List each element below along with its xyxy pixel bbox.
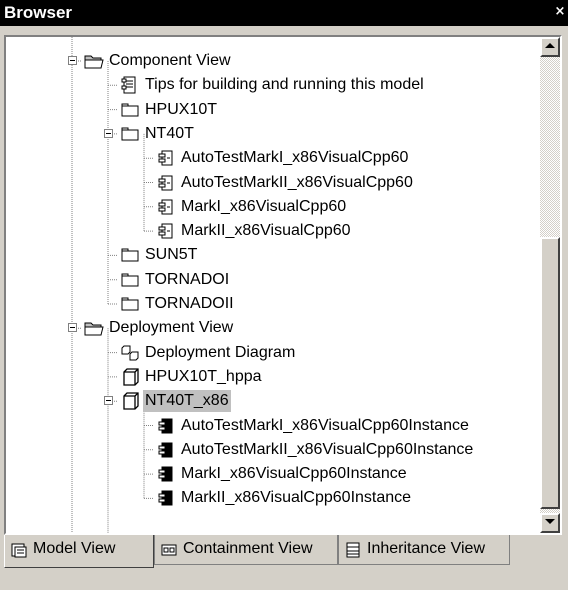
tree-item-label: MarkI_x86VisualCpp60 <box>181 197 347 215</box>
model-tree: Component View Tips for building and runn… <box>6 37 538 533</box>
tree-item-label: SUN5T <box>145 246 198 264</box>
containment-view-icon <box>161 542 177 558</box>
tree-item-label: AutoTestMarkII_x86VisualCpp60 <box>181 173 413 191</box>
tree-item-label: AutoTestMarkI_x86VisualCpp60 <box>181 149 409 167</box>
model-view-icon <box>11 542 27 558</box>
package-icon <box>120 295 140 313</box>
component-icon <box>156 198 176 216</box>
tree-item-label: TORNADOI <box>145 270 230 288</box>
component-icon <box>156 222 176 240</box>
scroll-down-button[interactable] <box>540 513 560 533</box>
tree-item-label: MarkI_x86VisualCpp60Instance <box>181 465 407 483</box>
arrow-up-icon <box>545 43 555 48</box>
tree-item-label: MarkII_x86VisualCpp60Instance <box>181 489 412 507</box>
tree-item-label: AutoTestMarkI_x86VisualCpp60Instance <box>181 416 469 434</box>
view-tabs: Model View Containment View Inheritance Vi… <box>0 535 568 590</box>
component-instance-icon <box>156 489 176 507</box>
vertical-scrollbar[interactable] <box>540 37 560 533</box>
tab-inheritance-view[interactable]: Inheritance View <box>338 535 510 565</box>
tree-item-label: Deployment View <box>109 319 234 337</box>
window-title: Browser <box>4 3 73 22</box>
document-icon <box>120 76 140 94</box>
package-icon <box>120 125 140 143</box>
tree-item-label: AutoTestMarkII_x86VisualCpp60Instance <box>181 440 474 458</box>
tree-item-label: NT40T_x86 <box>143 390 231 413</box>
folder-open-icon <box>84 319 104 337</box>
arrow-down-icon <box>545 519 555 524</box>
tab-label: Containment View <box>183 540 313 557</box>
close-button[interactable]: × <box>554 5 566 18</box>
package-icon <box>120 246 140 264</box>
collapse-toggle[interactable] <box>104 396 113 406</box>
component-instance-icon <box>156 465 176 483</box>
folder-open-icon <box>84 52 104 70</box>
collapse-toggle[interactable] <box>68 56 77 65</box>
component-icon <box>156 174 176 192</box>
component-instance-icon <box>156 441 176 459</box>
tree-item-label: NT40T <box>145 124 194 142</box>
component-instance-icon <box>156 417 176 435</box>
tab-model-view[interactable]: Model View <box>4 535 154 568</box>
collapse-toggle[interactable] <box>68 323 77 333</box>
tree-item-label: Component View <box>109 52 231 69</box>
collapse-toggle[interactable] <box>104 128 113 138</box>
deployment-diagram-icon <box>120 344 140 362</box>
tree-item-label: HPUX10T_hppa <box>145 367 262 385</box>
tab-label: Inheritance View <box>367 540 485 557</box>
title-bar: Browser × <box>0 0 568 26</box>
scroll-up-button[interactable] <box>540 37 560 57</box>
tab-containment-view[interactable]: Containment View <box>154 535 338 565</box>
package-icon <box>120 271 140 289</box>
tree-item-label: TORNADOII <box>145 295 234 312</box>
tree-item-label: MarkII_x86VisualCpp60 <box>181 222 351 240</box>
inheritance-view-icon <box>345 542 361 558</box>
node-icon <box>120 392 140 410</box>
tree-item-label: HPUX10T <box>145 100 218 118</box>
tree-item-label: Tips for building and running this model <box>145 76 424 94</box>
browser-tree-panel: Component View Tips for building and runn… <box>4 35 562 535</box>
component-icon <box>156 149 176 167</box>
tab-label: Model View <box>33 540 116 557</box>
package-icon <box>120 101 140 119</box>
tree-item-label: Deployment Diagram <box>145 343 296 361</box>
node-icon <box>120 368 140 386</box>
scroll-thumb[interactable] <box>540 237 560 509</box>
